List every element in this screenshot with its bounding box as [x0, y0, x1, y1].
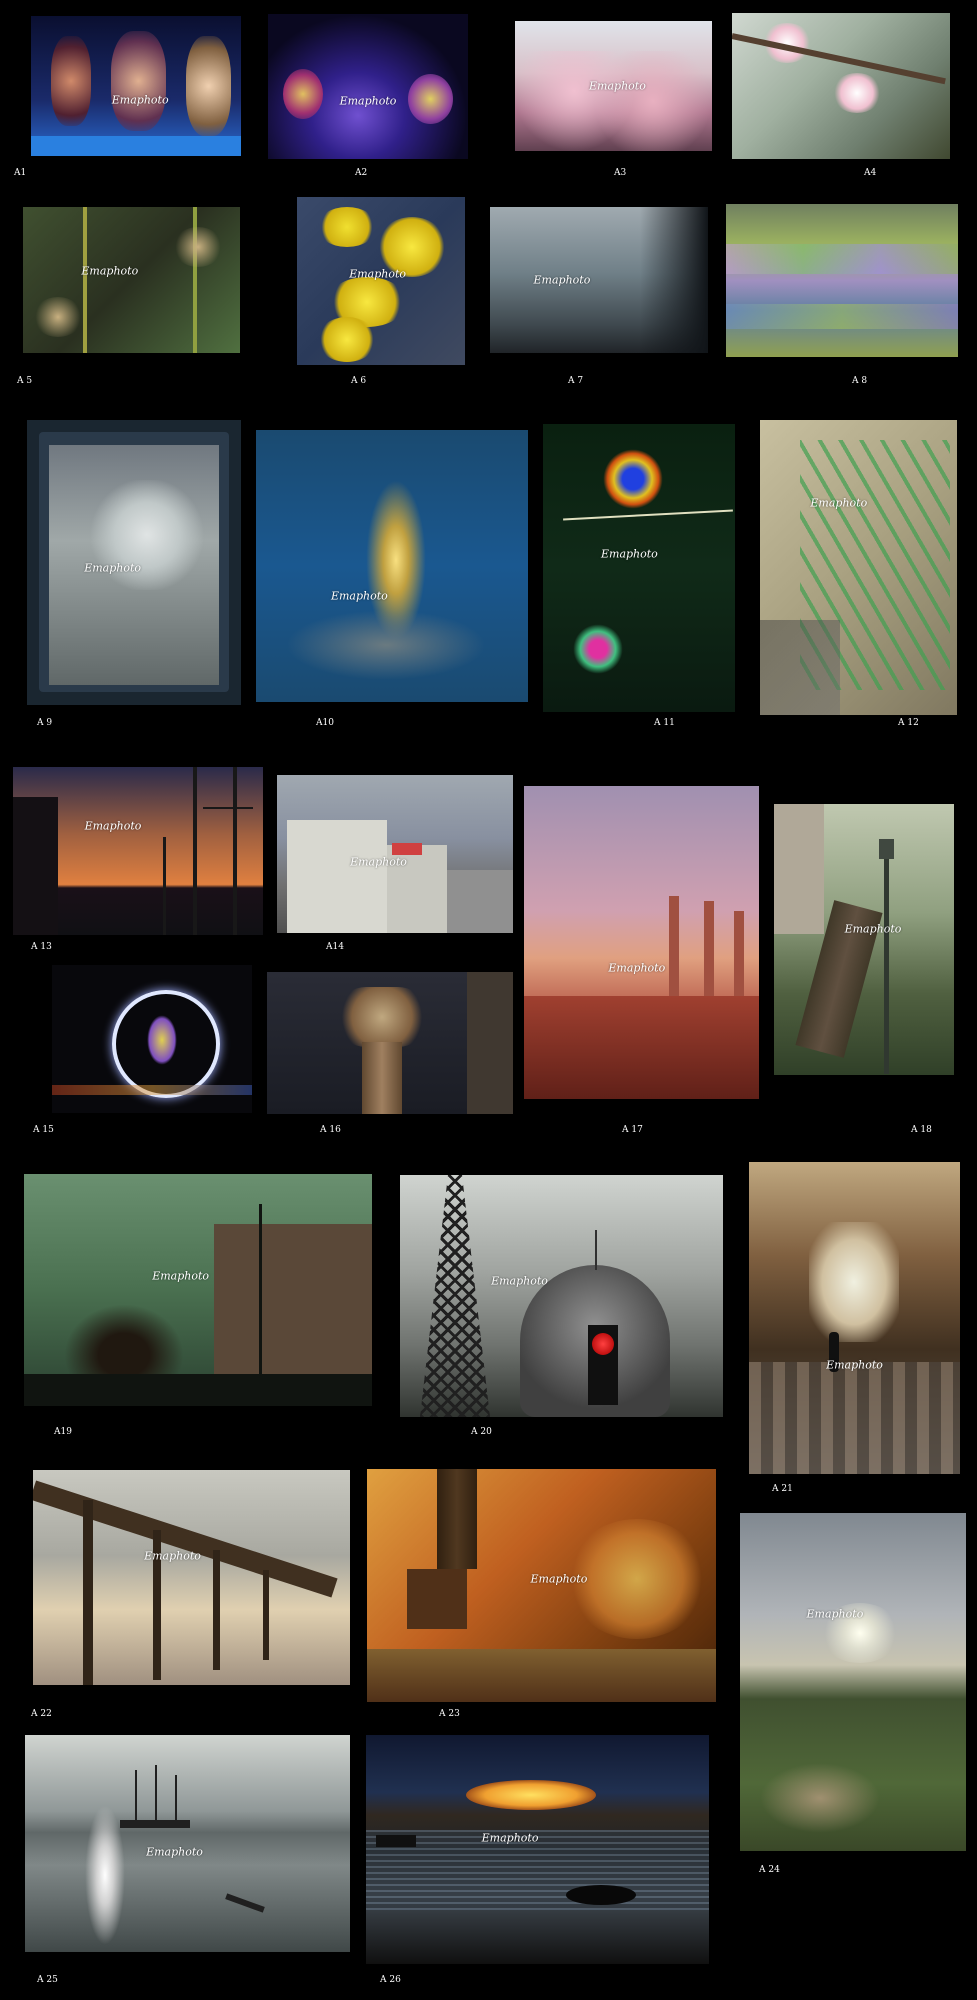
photo-caption: A3	[614, 168, 627, 178]
photo-a12[interactable]: Emaphoto	[760, 420, 957, 715]
photo-caption: A 17	[622, 1125, 643, 1135]
watermark: Emaphoto	[146, 1845, 203, 1859]
photo-caption: A 22	[31, 1709, 52, 1719]
photo-a16[interactable]	[267, 972, 513, 1114]
photo-caption: A 8	[852, 376, 868, 386]
watermark: Emaphoto	[491, 1274, 548, 1288]
photo-a2[interactable]: Emaphoto	[268, 14, 468, 159]
photo-caption: A14	[326, 942, 344, 952]
photo-caption: A 6	[351, 376, 367, 386]
photo-caption: A 15	[33, 1125, 54, 1135]
watermark: Emaphoto	[533, 273, 591, 287]
photo-caption: A 11	[654, 718, 675, 728]
watermark: Emaphoto	[608, 961, 666, 975]
photo-a14[interactable]: Emaphoto	[277, 775, 513, 933]
photo-a7[interactable]: Emaphoto	[490, 207, 708, 353]
photo-a23[interactable]: Emaphoto	[367, 1469, 716, 1702]
photo-caption: A 25	[37, 1975, 58, 1985]
photo-a3[interactable]: Emaphoto	[515, 21, 712, 151]
photo-a8[interactable]	[726, 204, 958, 357]
photo-caption: A19	[54, 1427, 72, 1437]
photo-a24[interactable]: Emaphoto	[740, 1513, 966, 1851]
photo-caption: A1	[14, 168, 27, 178]
photo-caption: A 26	[380, 1975, 401, 1985]
photo-caption: A 7	[568, 376, 584, 386]
photo-caption: A2	[355, 168, 368, 178]
watermark: Emaphoto	[152, 1269, 209, 1283]
watermark: Emaphoto	[84, 819, 142, 833]
photo-a25[interactable]: Emaphoto	[25, 1735, 350, 1952]
watermark: Emaphoto	[81, 264, 139, 278]
photo-a13[interactable]: Emaphoto	[13, 767, 263, 935]
photo-caption: A 21	[772, 1484, 793, 1494]
photo-caption: A 16	[320, 1125, 341, 1135]
photo-caption: A 20	[471, 1427, 492, 1437]
photo-a21[interactable]: Emaphoto	[749, 1162, 960, 1474]
photo-caption: A 5	[17, 376, 33, 386]
photo-caption: A 9	[37, 718, 53, 728]
photo-caption: A10	[316, 718, 334, 728]
photo-a5[interactable]: Emaphoto	[23, 207, 240, 353]
photo-caption: A 12	[898, 718, 919, 728]
photo-a1[interactable]: Emaphoto	[31, 16, 241, 156]
photo-a10[interactable]: Emaphoto	[256, 430, 528, 702]
photo-a17[interactable]: Emaphoto	[524, 786, 759, 1099]
photo-a6[interactable]: Emaphoto	[297, 197, 465, 365]
photo-caption: A 23	[439, 1709, 460, 1719]
photo-caption: A4	[864, 168, 877, 178]
watermark: Emaphoto	[339, 94, 397, 108]
photo-a20[interactable]: Emaphoto	[400, 1175, 723, 1417]
photo-caption: A 18	[911, 1125, 932, 1135]
photo-caption: A 24	[759, 1865, 780, 1875]
photo-a11[interactable]: Emaphoto	[543, 424, 735, 712]
photo-a4[interactable]	[732, 13, 950, 159]
watermark: Emaphoto	[600, 547, 658, 561]
photo-a19[interactable]: Emaphoto	[24, 1174, 372, 1406]
photo-a9[interactable]: Emaphoto	[27, 420, 241, 705]
photo-caption: A 13	[31, 942, 52, 952]
photo-a15[interactable]	[52, 965, 252, 1113]
photo-a22[interactable]: Emaphoto	[33, 1470, 350, 1685]
photo-a26[interactable]: Emaphoto	[366, 1735, 709, 1964]
photo-a18[interactable]: Emaphoto	[774, 804, 954, 1075]
